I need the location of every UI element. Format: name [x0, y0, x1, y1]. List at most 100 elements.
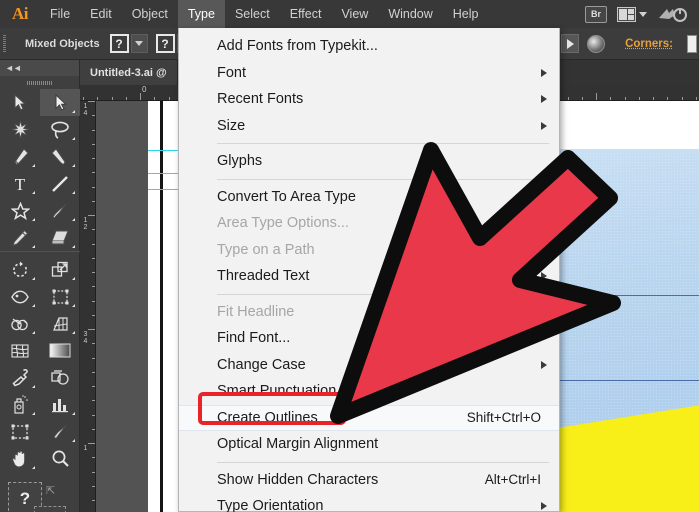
corners-value-field[interactable]	[687, 34, 697, 53]
menu-item-show-hidden-characters[interactable]: Show Hidden Characters Alt+Ctrl+I	[179, 467, 559, 494]
zoom-tool[interactable]	[40, 445, 80, 472]
collapse-panel-icon[interactable]: ◄◄	[5, 63, 22, 73]
ruler-tick	[596, 93, 597, 100]
direct-selection-tool[interactable]	[40, 89, 80, 116]
ruler-tick	[154, 97, 156, 100]
ruler-tick	[92, 457, 95, 459]
menu-edit[interactable]: Edit	[80, 0, 122, 28]
menu-item-type-on-a-path: Type on a Path	[179, 237, 559, 264]
pencil-tool[interactable]	[0, 224, 40, 251]
toolbox-grip[interactable]	[0, 76, 79, 89]
rotate-tool[interactable]	[0, 256, 40, 283]
control-bar-right: Corners:	[561, 34, 699, 53]
ruler-tick	[88, 101, 95, 102]
symbol-sprayer-tool[interactable]	[0, 391, 40, 418]
ruler-tick	[681, 97, 683, 100]
menu-item-add-fonts-from-typekit[interactable]: Add Fonts from Typekit...	[179, 33, 559, 60]
eyedropper-tool[interactable]	[0, 364, 40, 391]
menu-item-find-font[interactable]: Find Font...	[179, 325, 559, 352]
line-segment-tool[interactable]	[40, 170, 80, 197]
menu-item-optical-margin-alignment[interactable]: Optical Margin Alignment	[179, 431, 559, 458]
arrange-documents-button[interactable]	[617, 6, 647, 22]
menu-file[interactable]: File	[40, 0, 80, 28]
ruler-label: 12	[83, 217, 88, 231]
menu-item-size[interactable]: Size	[179, 113, 559, 140]
menu-item-font[interactable]: Font	[179, 60, 559, 87]
ruler-tick	[92, 471, 95, 473]
pen-tool[interactable]	[0, 143, 40, 170]
eraser-tool[interactable]	[40, 224, 80, 251]
ruler-tick	[653, 97, 654, 100]
column-graph-tool[interactable]	[40, 391, 80, 418]
bridge-button[interactable]: Br	[585, 5, 607, 23]
menu-item-change-case[interactable]: Change Case	[179, 352, 559, 379]
menu-select[interactable]: Select	[225, 0, 280, 28]
menu-item-recent-fonts[interactable]: Recent Fonts	[179, 86, 559, 113]
menu-separator	[179, 290, 559, 299]
slice-tool[interactable]	[40, 418, 80, 445]
menu-object[interactable]: Object	[122, 0, 178, 28]
width-tool[interactable]	[0, 283, 40, 310]
artboard-tool[interactable]	[0, 418, 40, 445]
menu-bar: Ai File Edit Object Type Select Effect V…	[0, 0, 699, 28]
ruler-tick	[97, 97, 99, 100]
document-tab[interactable]: Untitled-3.ai @	[80, 60, 178, 85]
type-menu-dropdown[interactable]: Add Fonts from Typekit... Font Recent Font…	[178, 28, 560, 512]
artwork-divider-rule	[160, 101, 163, 512]
ruler-tick	[92, 186, 95, 188]
hand-tool[interactable]	[0, 445, 40, 472]
gradient-tool[interactable]	[40, 337, 80, 364]
ruler-tick	[140, 93, 141, 100]
ruler-tick	[667, 97, 669, 100]
paintbrush-tool[interactable]	[40, 197, 80, 224]
corners-label[interactable]: Corners:	[613, 38, 673, 50]
toolbox-header[interactable]: ◄◄	[0, 60, 79, 76]
vertical-ruler[interactable]: 14 12 34 1	[80, 101, 96, 512]
swap-fill-stroke-icon[interactable]: ⇱	[46, 484, 55, 497]
expand-panel-button[interactable]	[561, 34, 580, 53]
ruler-tick	[111, 97, 113, 100]
magic-wand-tool[interactable]	[0, 116, 40, 143]
ruler-tick	[92, 314, 95, 316]
tool-more-indicator-icon	[32, 331, 35, 334]
mesh-tool[interactable]	[0, 337, 40, 364]
free-transform-tool[interactable]	[40, 283, 80, 310]
add-anchor-point-tool[interactable]	[40, 143, 80, 170]
control-stroke-swatch[interactable]: ?	[155, 34, 175, 53]
menu-item-glyphs[interactable]: Glyphs	[179, 148, 559, 175]
opacity-sphere-icon[interactable]	[587, 34, 606, 53]
menu-item-threaded-text[interactable]: Threaded Text	[179, 263, 559, 290]
menu-item-label: Glyphs	[217, 153, 263, 170]
tool-more-indicator-icon	[32, 277, 35, 280]
scale-tool[interactable]	[40, 256, 80, 283]
menu-type[interactable]: Type	[177, 0, 225, 28]
menu-help[interactable]: Help	[443, 0, 489, 28]
ruler-tick	[92, 357, 95, 359]
submenu-arrow-icon	[541, 68, 547, 77]
menu-item-convert-to-area-type[interactable]: Convert To Area Type	[179, 184, 559, 211]
ruler-tick	[638, 97, 640, 100]
selection-tool[interactable]	[0, 89, 40, 116]
lasso-tool[interactable]	[40, 116, 80, 143]
menu-window[interactable]: Window	[378, 0, 442, 28]
ruler-tick	[92, 371, 95, 373]
shape-star-tool[interactable]	[0, 197, 40, 224]
creative-cloud-sync-icon[interactable]	[657, 6, 687, 23]
control-fill-dropdown[interactable]	[130, 34, 148, 53]
ruler-tick	[92, 500, 95, 501]
create-outlines-highlight-box	[198, 392, 346, 425]
menu-item-label: Find Font...	[217, 330, 291, 347]
control-bar-grip[interactable]	[0, 28, 9, 60]
stroke-color-swatch[interactable]: ?	[34, 506, 66, 512]
menu-view[interactable]: View	[331, 0, 378, 28]
shape-builder-tool[interactable]	[0, 310, 40, 337]
tool-more-indicator-icon	[32, 245, 35, 248]
menu-effect[interactable]: Effect	[280, 0, 332, 28]
blend-tool[interactable]	[40, 364, 80, 391]
control-fill-swatch[interactable]: ?	[109, 34, 129, 53]
menu-item-type-orientation[interactable]: Type Orientation	[179, 493, 559, 512]
ruler-tick	[92, 414, 95, 416]
tool-more-indicator-icon	[72, 277, 75, 280]
perspective-grid-tool[interactable]	[40, 310, 80, 337]
type-tool[interactable]: T	[0, 170, 40, 197]
